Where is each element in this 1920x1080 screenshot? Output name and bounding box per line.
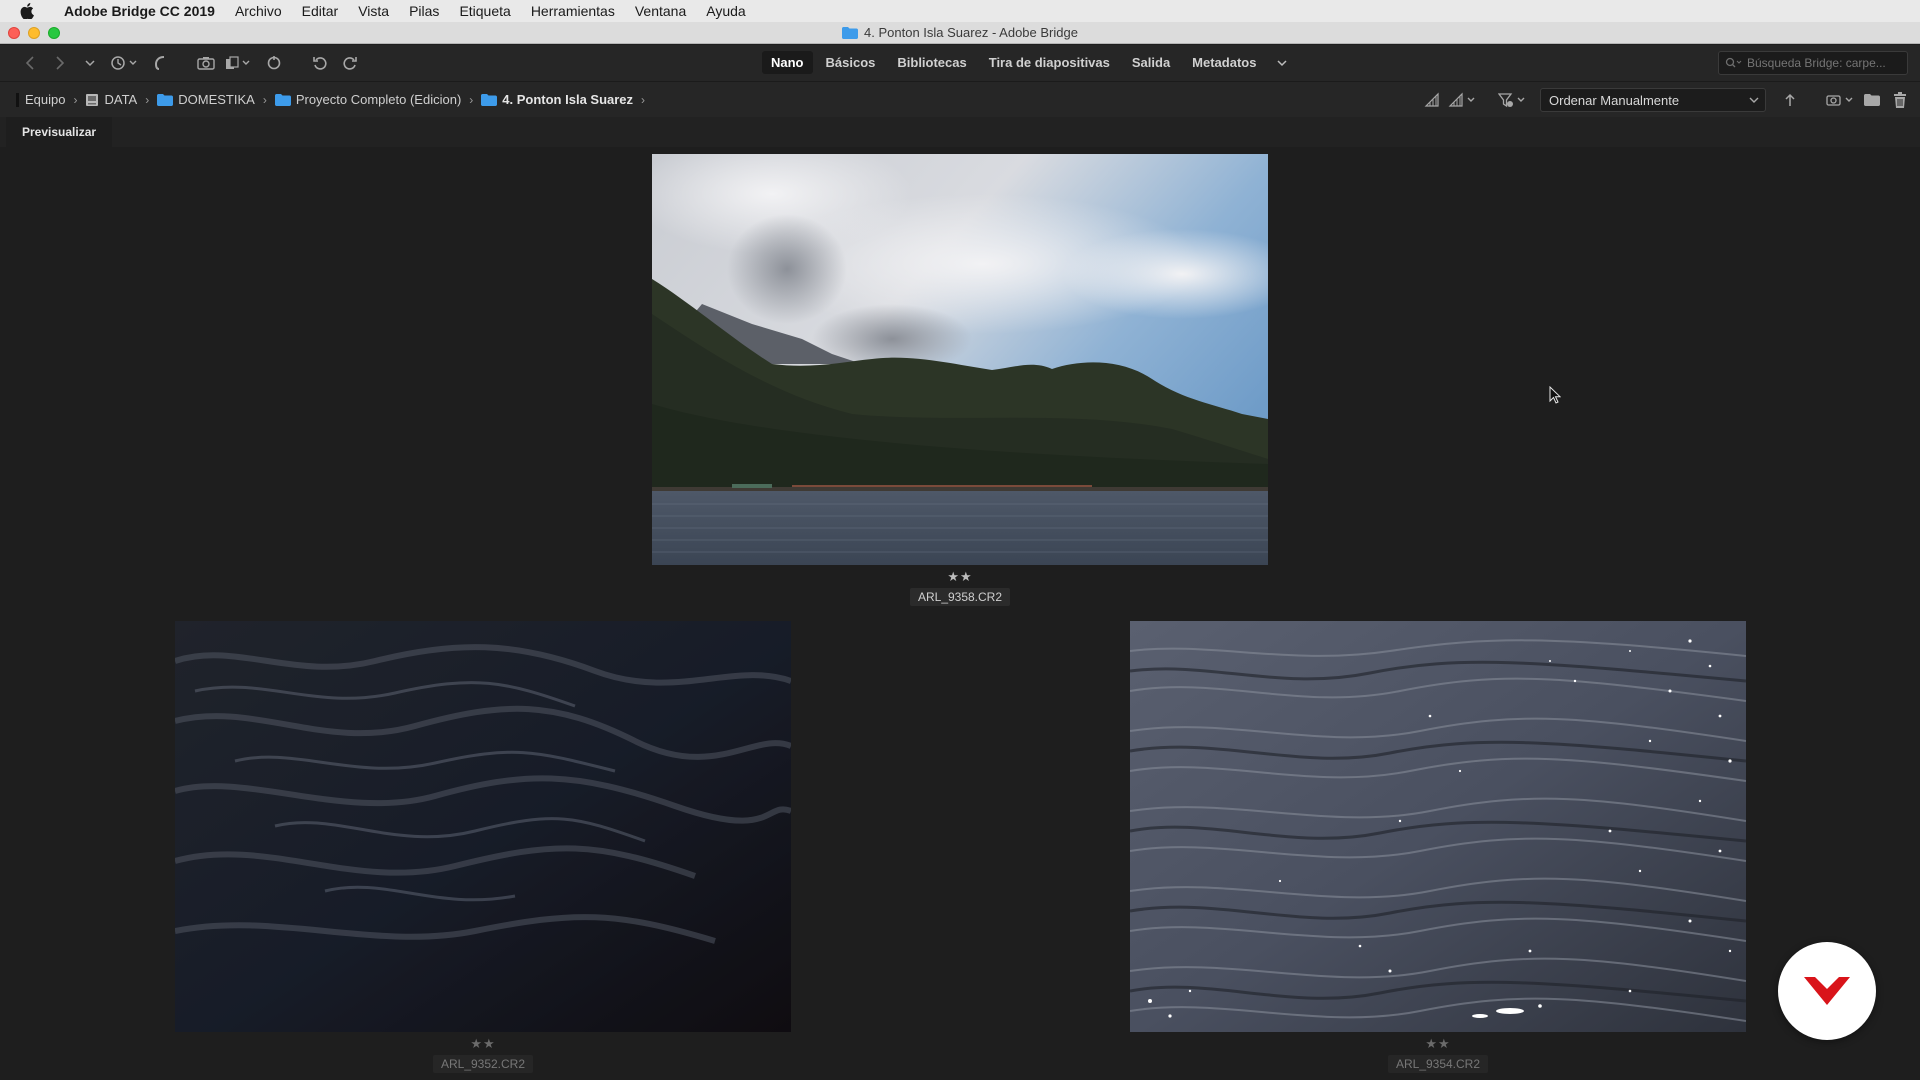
computer-icon xyxy=(16,92,20,107)
menu-pilas[interactable]: Pilas xyxy=(399,0,449,22)
crumb-proyecto-completo-label: Proyecto Completo (Edicion) xyxy=(295,92,462,107)
back-icon[interactable] xyxy=(18,51,42,75)
application-toolbar: Nano Básicos Bibliotecas Tira de diaposi… xyxy=(0,45,1920,81)
crumb-data-label: DATA xyxy=(104,92,138,107)
photo-filename[interactable]: ARL_9352.CR2 xyxy=(432,1055,534,1073)
tab-previsualizar[interactable]: Previsualizar xyxy=(6,117,113,147)
crumb-ponton-isla-suarez[interactable]: 4. Ponton Isla Suarez xyxy=(477,92,637,107)
photo-filename[interactable]: ARL_9358.CR2 xyxy=(909,588,1011,606)
mouse-pointer-icon xyxy=(1549,386,1561,404)
star-rating[interactable]: ★★ xyxy=(852,569,1068,585)
crumb-separator-icon[interactable]: › xyxy=(637,93,649,107)
open-recent-camera-icon[interactable] xyxy=(1824,88,1858,112)
panel-tab-strip: Previsualizar xyxy=(0,117,1920,147)
workspace-tab-bibliotecas[interactable]: Bibliotecas xyxy=(888,51,975,74)
star-rating[interactable]: ★★ xyxy=(375,1036,591,1052)
forward-icon[interactable] xyxy=(48,51,72,75)
menu-vista[interactable]: Vista xyxy=(348,0,399,22)
preview-image-lake-mountains[interactable] xyxy=(652,154,1268,565)
return-to-photoshop-boomerang-icon[interactable] xyxy=(148,51,172,75)
crumb-equipo[interactable]: Equipo xyxy=(12,92,69,107)
menu-editar[interactable]: Editar xyxy=(292,0,349,22)
domestika-logo xyxy=(1778,942,1876,1040)
close-window-button[interactable] xyxy=(8,27,20,39)
search-icon xyxy=(1725,57,1742,68)
new-folder-icon[interactable] xyxy=(1858,88,1886,112)
preview-image-sparkling-water[interactable] xyxy=(1130,621,1746,1032)
workspace-more-chevron-icon[interactable] xyxy=(1269,51,1295,74)
photo-filename[interactable]: ARL_9354.CR2 xyxy=(1387,1055,1489,1073)
rotate-left-icon[interactable] xyxy=(308,51,332,75)
folder-icon xyxy=(274,93,291,106)
workspace-tab-metadatos[interactable]: Metadatos xyxy=(1183,51,1265,74)
mac-menu-bar: Adobe Bridge CC 2019 Archivo Editar Vist… xyxy=(0,0,1920,22)
delete-trash-icon[interactable] xyxy=(1886,88,1914,112)
crumb-ponton-isla-suarez-label: 4. Ponton Isla Suarez xyxy=(502,92,634,107)
camera-download-icon[interactable] xyxy=(194,51,218,75)
menu-etiqueta[interactable]: Etiqueta xyxy=(449,0,520,22)
crumb-domestika-label: DOMESTIKA xyxy=(178,92,255,107)
crumb-separator-icon: › xyxy=(469,92,474,107)
menu-ventana[interactable]: Ventana xyxy=(625,0,696,22)
window-title-bar: 4. Ponton Isla Suarez - Adobe Bridge xyxy=(0,22,1920,44)
workspace-tab-tira-de-diapositivas[interactable]: Tira de diapositivas xyxy=(980,51,1119,74)
filter-funnel-icon[interactable] xyxy=(1496,88,1530,112)
sort-chevron-down-icon xyxy=(1749,97,1759,103)
menu-app-name[interactable]: Adobe Bridge CC 2019 xyxy=(54,0,225,22)
rotate-right-icon[interactable] xyxy=(338,51,362,75)
menu-archivo[interactable]: Archivo xyxy=(225,0,292,22)
folder-icon xyxy=(481,93,498,106)
history-dropdown-chevron-icon[interactable] xyxy=(78,51,102,75)
workspace-switcher: Nano Básicos Bibliotecas Tira de diaposi… xyxy=(762,51,1295,74)
sort-order-label: Ordenar Manualmente xyxy=(1549,92,1680,108)
preview-image-dark-water[interactable] xyxy=(175,621,791,1032)
window-title: 4. Ponton Isla Suarez - Adobe Bridge xyxy=(864,25,1078,40)
workspace-tab-salida[interactable]: Salida xyxy=(1123,51,1179,74)
crumb-separator-icon: › xyxy=(262,92,267,107)
recent-files-clock-icon[interactable] xyxy=(108,51,142,75)
workspace-tab-basicos[interactable]: Básicos xyxy=(817,51,885,74)
crumb-separator-icon: › xyxy=(145,92,150,107)
apple-icon[interactable] xyxy=(20,3,36,19)
window-controls xyxy=(8,27,60,39)
search-input[interactable] xyxy=(1747,56,1897,70)
photo-caption: ★★ ARL_9354.CR2 xyxy=(1330,1036,1546,1073)
crumb-data[interactable]: DATA xyxy=(81,92,141,107)
bridge-search-box[interactable] xyxy=(1718,51,1908,75)
workspace-tab-nano[interactable]: Nano xyxy=(762,51,813,74)
menu-herramientas[interactable]: Herramientas xyxy=(521,0,625,22)
photo-caption: ★★ ARL_9352.CR2 xyxy=(375,1036,591,1073)
hard-drive-icon xyxy=(85,93,99,107)
folder-icon xyxy=(157,93,174,106)
crumb-equipo-label: Equipo xyxy=(25,92,66,107)
path-bar: Equipo › DATA › DOMESTIKA › Proyecto Com… xyxy=(0,81,1920,117)
star-rating-filter-icon[interactable] xyxy=(1446,88,1480,112)
minimize-window-button[interactable] xyxy=(28,27,40,39)
thumbnail-quality-icon[interactable] xyxy=(1418,88,1446,112)
maximize-window-button[interactable] xyxy=(48,27,60,39)
refine-stack-icon[interactable] xyxy=(224,51,256,75)
domestika-logo-icon xyxy=(1804,977,1850,1005)
folder-icon xyxy=(842,26,859,39)
crumb-separator-icon: › xyxy=(73,92,78,107)
sort-ascending-arrow-icon[interactable] xyxy=(1776,88,1804,112)
sort-order-select[interactable]: Ordenar Manualmente xyxy=(1540,88,1766,112)
star-rating[interactable]: ★★ xyxy=(1330,1036,1546,1052)
sync-rotate-icon[interactable] xyxy=(262,51,286,75)
crumb-proyecto-completo[interactable]: Proyecto Completo (Edicion) xyxy=(271,92,465,107)
preview-panel: ★★ ARL_9358.CR2 ★★ ARL_9352.CR2 ★★ ARL_9… xyxy=(0,147,1920,1080)
crumb-domestika[interactable]: DOMESTIKA xyxy=(153,92,259,107)
menu-ayuda[interactable]: Ayuda xyxy=(696,0,755,22)
photo-caption: ★★ ARL_9358.CR2 xyxy=(852,569,1068,606)
